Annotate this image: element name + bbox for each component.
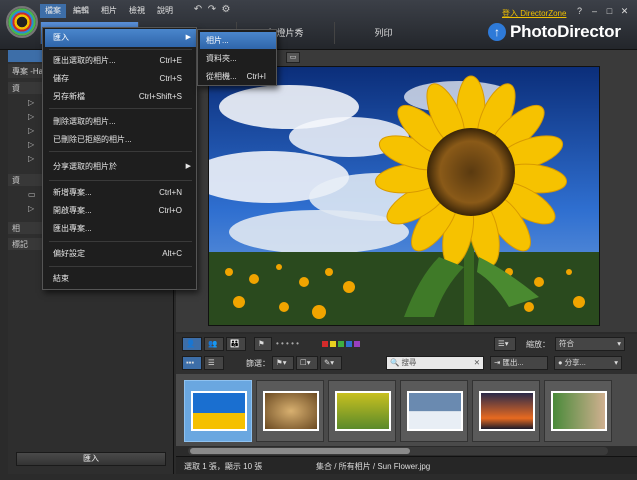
brand: ↑ PhotoDirector (488, 22, 621, 42)
display-mode-icon[interactable]: ▭ (286, 52, 300, 63)
thumbnail-image (191, 391, 247, 431)
menu-divider (49, 108, 192, 109)
tab-print[interactable]: 列印 (334, 22, 432, 44)
import-button[interactable]: 匯入 (16, 452, 166, 466)
thumbnail[interactable] (328, 380, 396, 442)
menu-divider (49, 151, 192, 152)
close-button[interactable]: ✕ (618, 6, 631, 17)
chevron-down-icon: ▾ (617, 339, 621, 348)
maximize-button[interactable]: □ (603, 6, 616, 17)
people-view-icon[interactable]: 👥 (204, 337, 224, 351)
menu-divider (49, 241, 192, 242)
group-view-icon[interactable]: 👪 (226, 337, 246, 351)
rating-dots-icon[interactable]: • • • • • (276, 339, 299, 348)
thumbnail-image (263, 391, 319, 431)
menu-item-delete-rejected[interactable]: 已刪除已拒絕的相片... (45, 131, 196, 149)
export-button[interactable]: ⇥ 匯出... (490, 356, 548, 370)
color-label-red[interactable] (322, 341, 328, 347)
filmstrip-scrollbar[interactable] (188, 447, 608, 455)
chevron-down-icon: ▾ (614, 358, 618, 367)
color-label-blue[interactable] (346, 341, 352, 347)
submenu-item-photos[interactable]: 相片... (200, 32, 276, 49)
controls-bar: 👤 👥 👪 ⚑ • • • • • ☰▾ 縮放： 符合 ▾ ▪▪▪ ☰ 篩選： … (176, 334, 637, 374)
selection-status: 選取 1 張，顯示 10 張 (184, 462, 263, 471)
app-logo-icon[interactable] (6, 6, 38, 38)
settings-gear-icon[interactable]: ⚙ (218, 4, 234, 16)
thumbnail-image (335, 391, 391, 431)
menu-item-export-project[interactable]: 匯出專案... (45, 220, 196, 238)
menu-divider (49, 180, 192, 181)
search-icon: 🔍 (390, 358, 400, 367)
export-icon: ⇥ (494, 358, 501, 367)
submenu-item-folder[interactable]: 資料夾... (200, 50, 276, 67)
thumbnail[interactable] (400, 380, 468, 442)
sort-icon[interactable]: ☰▾ (494, 337, 516, 351)
submenu-arrow-icon: ▶ (185, 163, 191, 170)
list-view-icon[interactable]: ☰ (204, 356, 224, 370)
brand-name: PhotoDirector (510, 22, 621, 41)
menu-item-import[interactable]: 匯入 ▶ (45, 29, 196, 47)
thumbnail[interactable] (184, 380, 252, 442)
menu-help[interactable]: 說明 (152, 4, 178, 18)
filmstrip (176, 374, 637, 446)
search-placeholder: 搜尋 (401, 358, 417, 367)
menu-bar: 檔案 編輯 相片 檢視 說明 (40, 4, 178, 18)
scrollbar-thumb[interactable] (190, 448, 410, 454)
share-label: 分享... (564, 358, 586, 367)
menu-item-export-selected[interactable]: 匯出選取的相片... Ctrl+E (45, 52, 196, 70)
sunflower-photo-icon (209, 67, 599, 325)
upload-arrow-icon[interactable]: ↑ (488, 23, 506, 41)
window-controls: ? – □ ✕ (573, 6, 631, 17)
share-icon: ● (558, 358, 563, 367)
status-bar: 選取 1 張，顯示 10 張 集合 / 所有相片 / Sun Flower.jp… (176, 456, 637, 474)
filter-label: 篩選： (246, 359, 270, 368)
menu-item-share-selected[interactable]: 分享選取的相片於 ▶ (45, 158, 196, 176)
menu-view[interactable]: 檢視 (124, 4, 150, 18)
thumbnail-image (407, 391, 463, 431)
flag-icon[interactable]: ⚑ (254, 337, 272, 351)
path-status: 集合 / 所有相片 / Sun Flower.jpg (316, 462, 431, 471)
share-button[interactable]: ● 分享... ▾ (554, 356, 622, 370)
color-label-purple[interactable] (354, 341, 360, 347)
file-menu: 匯入 ▶ 匯出選取的相片... Ctrl+E 儲存 Ctrl+S 另存新檔 Ct… (42, 27, 197, 290)
submenu-item-from-camera[interactable]: 從相機... Ctrl+I (200, 68, 276, 85)
menu-edit[interactable]: 編輯 (68, 4, 94, 18)
person-view-icon[interactable]: 👤 (182, 337, 202, 351)
menu-divider (49, 266, 192, 267)
tag-filter-icon[interactable]: ✎▾ (320, 356, 342, 370)
submenu-arrow-icon: ▶ (185, 34, 191, 41)
directorzone-login-link[interactable]: 登入 DirectorZone (502, 8, 566, 19)
menu-item-new-project[interactable]: 新增專案... Ctrl+N (45, 184, 196, 202)
search-input[interactable]: 🔍 搜尋 ✕ (386, 356, 484, 370)
export-label: 匯出... (502, 358, 524, 367)
help-icon[interactable]: ? (573, 6, 586, 17)
menu-photo[interactable]: 相片 (96, 4, 122, 18)
menu-item-preferences[interactable]: 偏好設定 Alt+C (45, 245, 196, 263)
color-label-yellow[interactable] (330, 341, 336, 347)
menu-divider (49, 49, 192, 50)
menu-item-exit[interactable]: 結束 (45, 270, 196, 288)
zoom-label: 縮放： (526, 340, 550, 349)
clear-search-icon[interactable]: ✕ (474, 357, 480, 369)
menu-item-open-project[interactable]: 開啟專案... Ctrl+O (45, 202, 196, 220)
thumbnail[interactable] (256, 380, 324, 442)
thumbnail-image (479, 391, 535, 431)
minimize-button[interactable]: – (588, 6, 601, 17)
photo-viewer: ▭ (176, 50, 637, 332)
flag-filter-icon[interactable]: ⚑▾ (272, 356, 294, 370)
label-filter-icon[interactable]: ☐▾ (296, 356, 318, 370)
menu-file[interactable]: 檔案 (40, 4, 66, 18)
grid-view-icon[interactable]: ▪▪▪ (182, 356, 202, 370)
zoom-select[interactable]: 符合 ▾ (555, 337, 625, 351)
thumbnail-image (551, 391, 607, 431)
import-submenu: 相片... 資料夾... 從相機... Ctrl+I (197, 29, 277, 86)
menu-item-save[interactable]: 儲存 Ctrl+S (45, 70, 196, 88)
zoom-value: 符合 (559, 339, 574, 348)
thumbnail[interactable] (544, 380, 612, 442)
menu-item-save-as[interactable]: 另存新檔 Ctrl+Shift+S (45, 88, 196, 106)
color-label-green[interactable] (338, 341, 344, 347)
menu-item-delete-selected[interactable]: 刪除選取的相片... (45, 113, 196, 131)
main-photo (208, 66, 600, 326)
thumbnail[interactable] (472, 380, 540, 442)
